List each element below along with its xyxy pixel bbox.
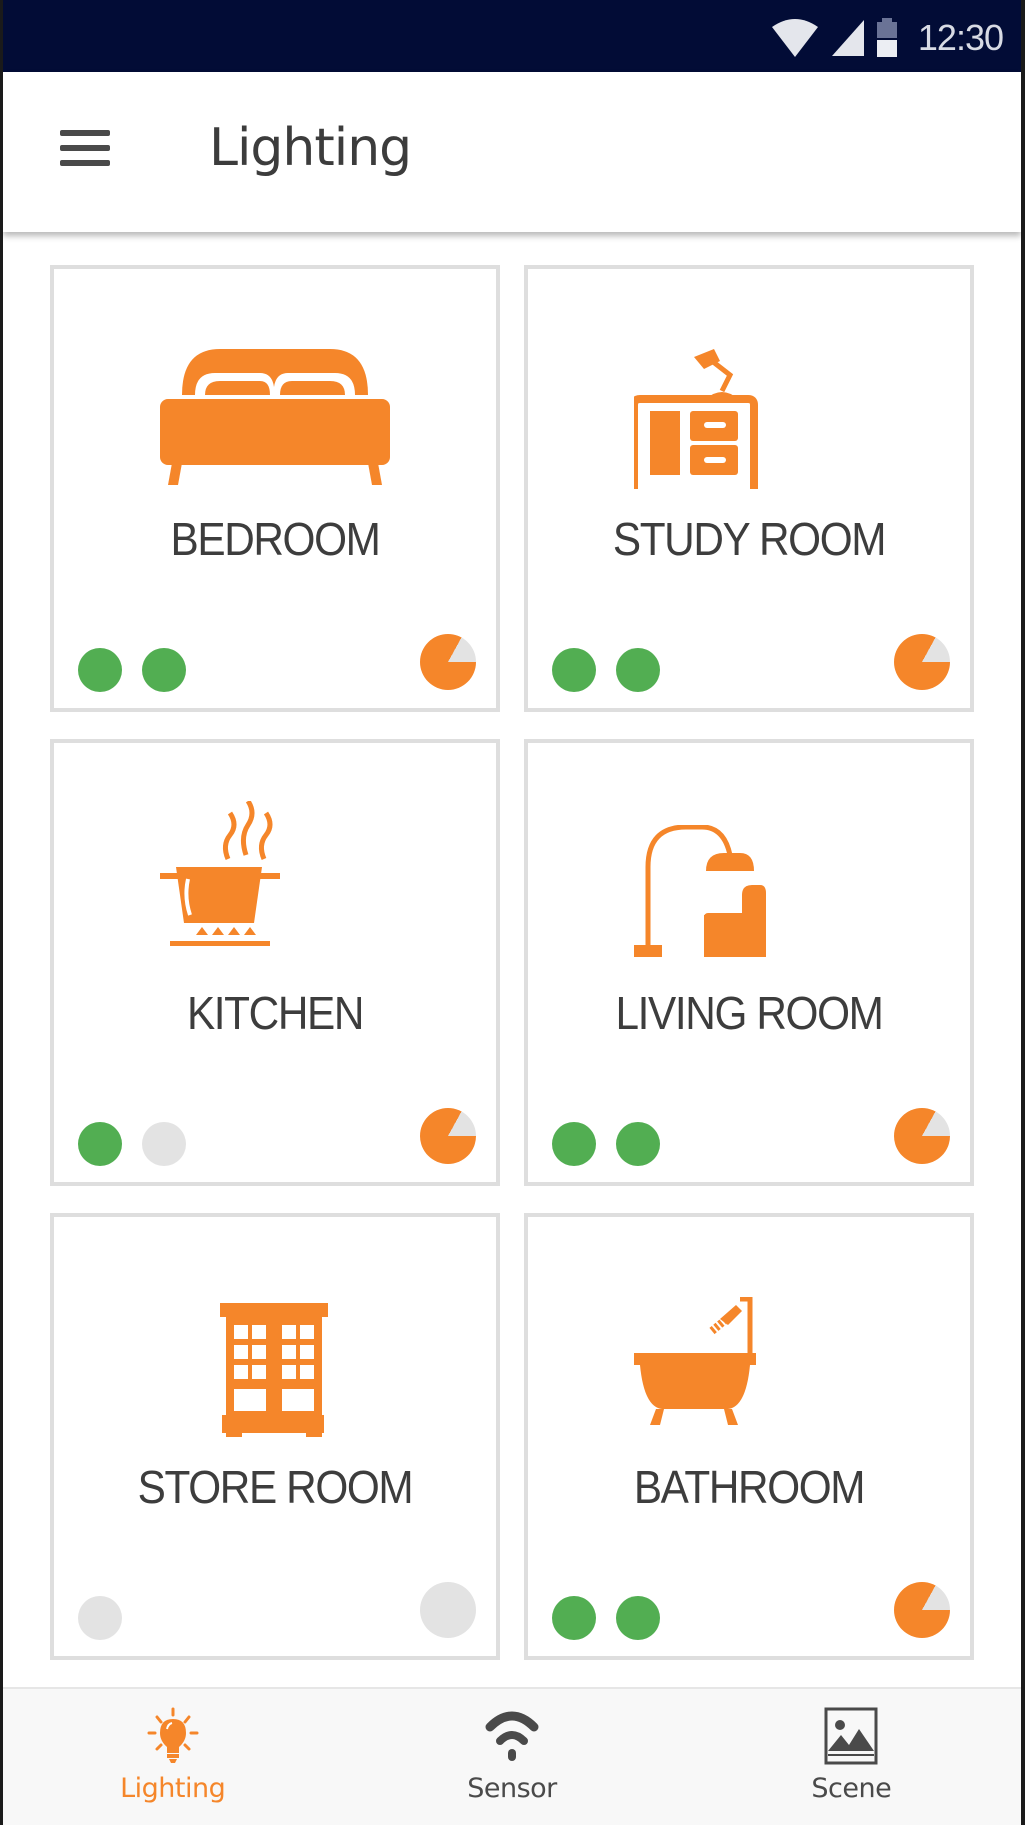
- bed-icon: [160, 349, 390, 485]
- light-indicators: [552, 1122, 660, 1166]
- app-screen: 12:30 Lighting BEDROOM STUDY ROOM KITCHE…: [3, 0, 1021, 1825]
- floor-lamp-armchair-icon: [634, 825, 766, 957]
- cell-signal-icon: [831, 20, 864, 56]
- light-indicators: [552, 1596, 660, 1640]
- light-status-dot[interactable]: [552, 1596, 596, 1640]
- room-card-store-room[interactable]: STORE ROOM: [50, 1213, 500, 1660]
- light-status-dot[interactable]: [552, 1122, 596, 1166]
- nav-label: Scene: [811, 1773, 892, 1804]
- light-indicators: [78, 648, 186, 692]
- desk-lamp-icon: [634, 349, 758, 489]
- light-status-dot[interactable]: [78, 648, 122, 692]
- brightness-pie[interactable]: [894, 634, 950, 690]
- room-card-kitchen[interactable]: KITCHEN: [50, 739, 500, 1186]
- room-card-bathroom[interactable]: BATHROOM: [524, 1213, 974, 1660]
- brightness-pie[interactable]: [894, 1108, 950, 1164]
- brightness-pie[interactable]: [420, 1582, 476, 1638]
- light-indicators: [78, 1122, 186, 1166]
- light-status-dot[interactable]: [142, 648, 186, 692]
- room-name: LIVING ROOM: [615, 987, 883, 1039]
- status-bar: 12:30: [3, 0, 1021, 72]
- room-card-study-room[interactable]: STUDY ROOM: [524, 265, 974, 712]
- wifi-icon: [771, 19, 818, 57]
- room-name: BEDROOM: [170, 513, 380, 565]
- light-status-dot[interactable]: [552, 648, 596, 692]
- brightness-pie[interactable]: [420, 634, 476, 690]
- cooking-pot-icon: [160, 801, 280, 946]
- page-title: Lighting: [209, 118, 412, 178]
- room-name: STORE ROOM: [137, 1461, 414, 1513]
- light-indicators: [552, 648, 660, 692]
- light-status-dot[interactable]: [78, 1122, 122, 1166]
- light-status-dot[interactable]: [616, 1122, 660, 1166]
- room-card-bedroom[interactable]: BEDROOM: [50, 265, 500, 712]
- hamburger-menu-icon[interactable]: [55, 130, 115, 176]
- cabinet-icon: [220, 1303, 328, 1437]
- status-icons: 12:30: [770, 17, 1004, 58]
- brightness-pie[interactable]: [420, 1108, 476, 1164]
- room-card-living-room[interactable]: LIVING ROOM: [524, 739, 974, 1186]
- light-status-dot[interactable]: [616, 648, 660, 692]
- bottom-navigation: Lighting Sensor Scene: [3, 1687, 1021, 1825]
- light-status-dot[interactable]: [616, 1596, 660, 1640]
- light-indicators: [78, 1596, 122, 1640]
- nav-tab-sensor[interactable]: Sensor: [342, 1689, 681, 1825]
- lightbulb-icon: [147, 1707, 199, 1763]
- nav-tab-scene[interactable]: Scene: [682, 1689, 1021, 1825]
- room-name: STUDY ROOM: [612, 513, 887, 565]
- image-icon: [824, 1707, 878, 1765]
- light-status-dot[interactable]: [142, 1122, 186, 1166]
- room-name: KITCHEN: [186, 987, 364, 1039]
- status-time: 12:30: [917, 17, 1004, 58]
- battery-icon: [876, 18, 897, 57]
- nav-label: Sensor: [467, 1773, 557, 1804]
- nav-tab-lighting[interactable]: Lighting: [3, 1689, 342, 1825]
- nav-label: Lighting: [120, 1773, 226, 1804]
- brightness-pie[interactable]: [894, 1582, 950, 1638]
- room-grid: BEDROOM STUDY ROOM KITCHEN LIVING ROOM S…: [50, 265, 976, 1660]
- wifi-signal-icon: [485, 1711, 539, 1761]
- bathtub-icon: [634, 1297, 756, 1425]
- app-bar: Lighting: [3, 72, 1021, 232]
- room-name: BATHROOM: [633, 1461, 866, 1513]
- light-status-dot[interactable]: [78, 1596, 122, 1640]
